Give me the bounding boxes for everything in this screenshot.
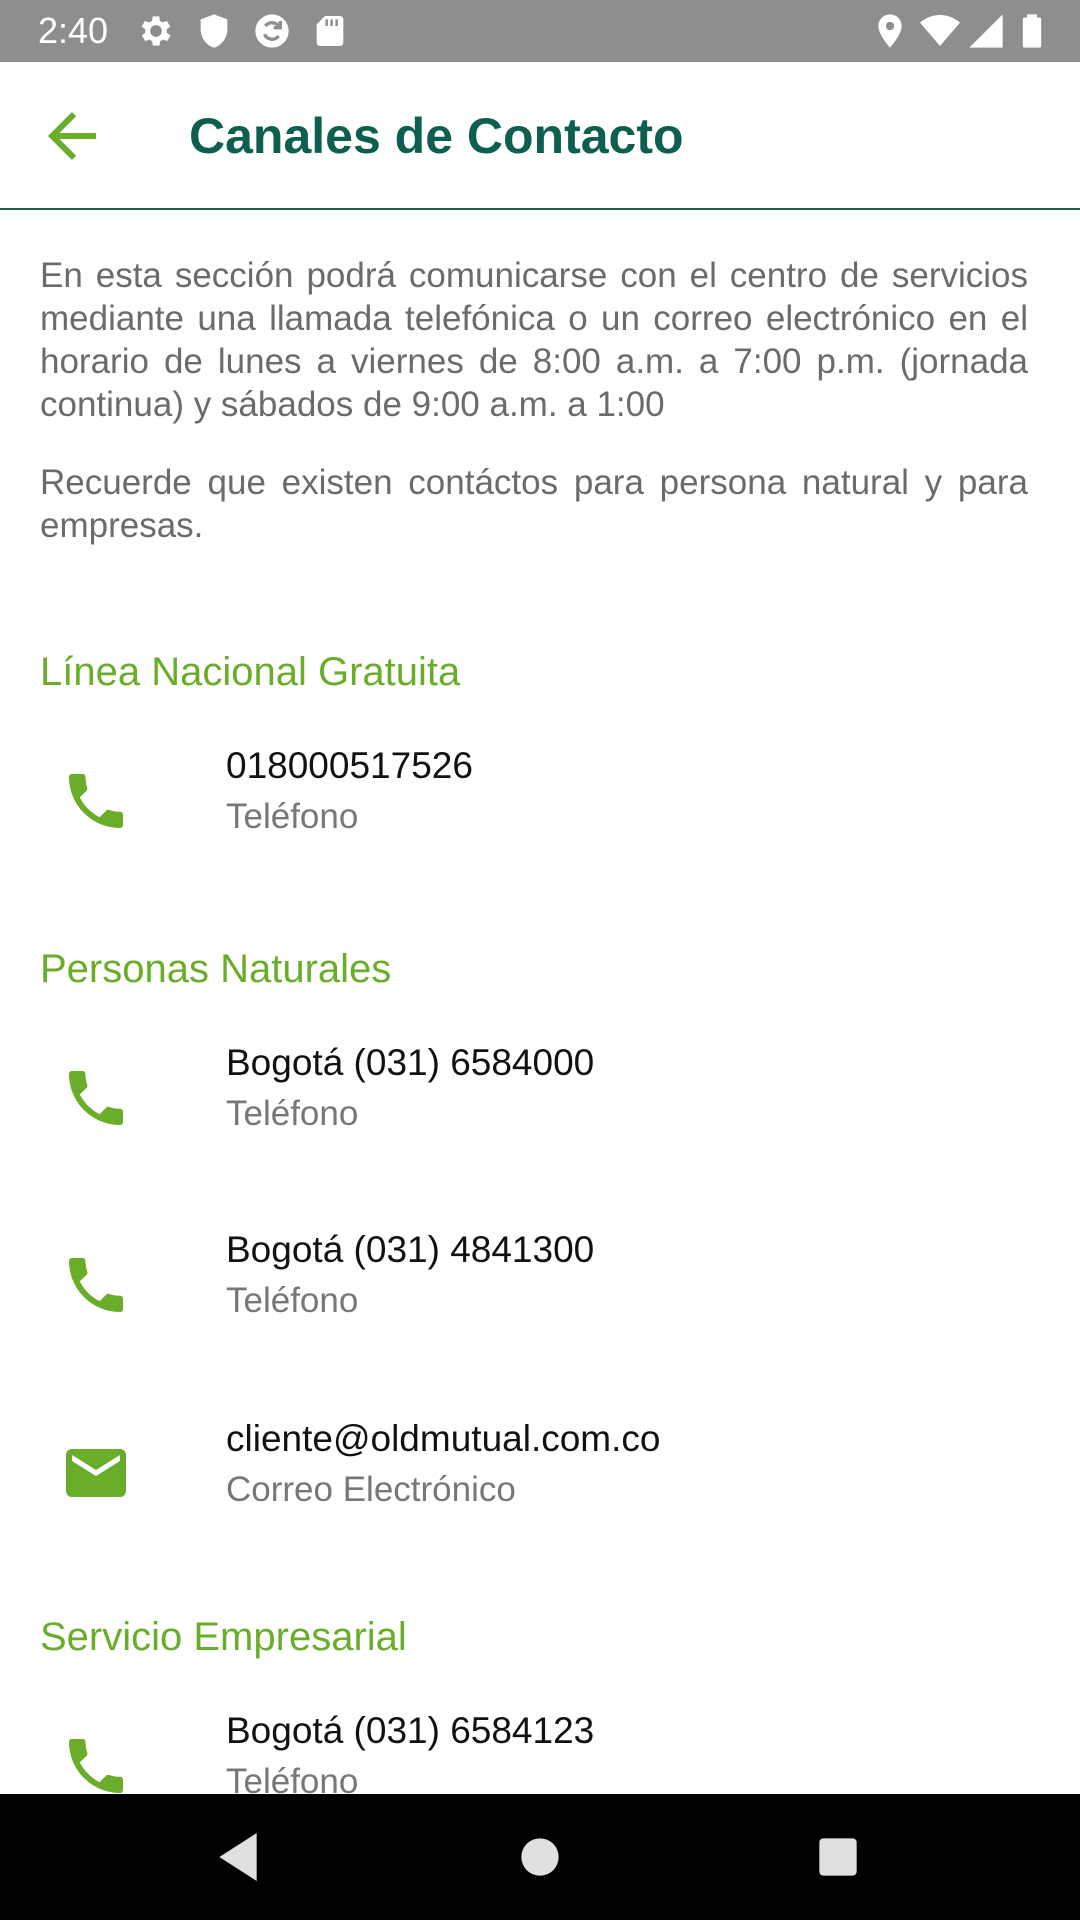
shield-icon [194, 11, 234, 51]
contact-value: Bogotá (031) 6584000 [226, 1042, 595, 1083]
home-circle-icon[interactable] [508, 1825, 572, 1889]
content-scroll[interactable]: En esta sección podrá comunicarse con el… [0, 210, 1080, 1794]
contact-value: Bogotá (031) 4841300 [226, 1229, 595, 1270]
contact-item-linea-nacional[interactable]: 018000517526 Teléfono [0, 744, 1080, 874]
status-bar: 2:40 [0, 0, 1080, 62]
contact-value: 018000517526 [226, 745, 473, 786]
contact-type: Teléfono [226, 797, 359, 836]
sd-card-icon [310, 11, 350, 51]
wifi-icon [920, 11, 960, 51]
section-title-servicio-empresarial: Servicio Empresarial [40, 1615, 407, 1659]
phone-icon [60, 1062, 132, 1134]
phone-icon [60, 1730, 132, 1794]
contact-value: Bogotá (031) 6584123 [226, 1710, 595, 1751]
settings-icon [136, 11, 176, 51]
signal-icon [966, 11, 1006, 51]
contact-type: Teléfono [226, 1281, 359, 1320]
intro-note: Recuerde que existen contáctos para pers… [40, 463, 1028, 545]
contact-item-personas-email[interactable]: cliente@oldmutual.com.co Correo Electrón… [0, 1417, 1080, 1547]
sync-icon [252, 11, 292, 51]
intro-paragraph: En esta sección podrá comunicarse con el… [40, 256, 1028, 424]
app-bar: Canales de Contacto [0, 62, 1080, 210]
back-triangle-icon[interactable] [206, 1825, 270, 1889]
contact-type: Teléfono [226, 1762, 359, 1794]
phone-icon [60, 765, 132, 837]
contact-value: cliente@oldmutual.com.co [226, 1418, 661, 1459]
recents-square-icon[interactable] [806, 1825, 870, 1889]
contact-item-personas-telefono-2[interactable]: Bogotá (031) 4841300 Teléfono [0, 1228, 1080, 1358]
contact-type: Correo Electrónico [226, 1470, 516, 1509]
location-icon [870, 11, 910, 51]
contact-type: Teléfono [226, 1094, 359, 1133]
contact-item-personas-telefono-1[interactable]: Bogotá (031) 6584000 Teléfono [0, 1041, 1080, 1171]
back-button[interactable] [36, 100, 108, 172]
status-time: 2:40 [38, 10, 109, 51]
arrow-left-icon [36, 100, 108, 172]
battery-icon [1012, 11, 1052, 51]
contact-item-empresarial-telefono[interactable]: Bogotá (031) 6584123 Teléfono [0, 1709, 1080, 1794]
page-title: Canales de Contacto [189, 108, 684, 164]
email-icon [60, 1437, 132, 1509]
phone-icon [60, 1249, 132, 1321]
navigation-bar [0, 1794, 1080, 1920]
section-title-linea-nacional: Línea Nacional Gratuita [40, 650, 461, 694]
section-title-personas-naturales: Personas Naturales [40, 947, 392, 991]
